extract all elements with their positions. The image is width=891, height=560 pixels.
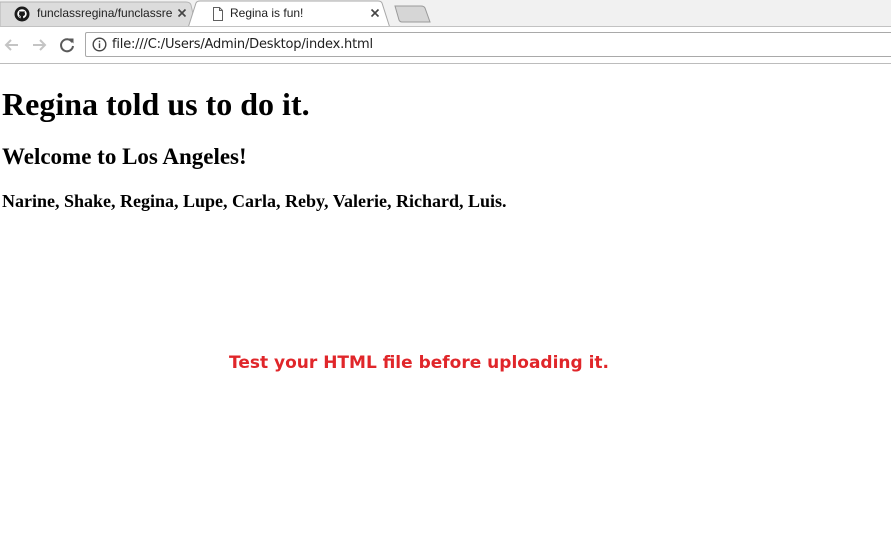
tab-strip: funclassregina/funclassre Regina is fun! — [0, 0, 891, 27]
tab-regina[interactable]: Regina is fun! — [188, 0, 390, 27]
close-tab-icon[interactable] — [369, 7, 381, 19]
page-heading-3: Narine, Shake, Regina, Lupe, Carla, Reby… — [2, 191, 507, 211]
tab-github[interactable]: funclassregina/funclassre — [0, 0, 196, 27]
new-tab-button[interactable] — [394, 5, 432, 23]
info-icon[interactable] — [92, 37, 107, 52]
test-notice: Test your HTML file before uploading it. — [229, 353, 610, 373]
browser-toolbar: file:///C:/Users/Admin/Desktop/index.htm… — [0, 27, 891, 63]
close-tab-icon[interactable] — [176, 7, 188, 19]
back-arrow-icon[interactable] — [2, 35, 22, 55]
address-bar[interactable]: file:///C:/Users/Admin/Desktop/index.htm… — [85, 32, 891, 57]
reload-icon[interactable] — [57, 35, 77, 55]
page-icon — [213, 7, 223, 21]
tab-github-title: funclassregina/funclassre — [37, 6, 173, 20]
page-heading-2: Welcome to Los Angeles! — [2, 144, 247, 169]
forward-arrow-icon[interactable] — [29, 35, 49, 55]
url-text[interactable]: file:///C:/Users/Admin/Desktop/index.htm… — [112, 33, 373, 56]
github-icon — [14, 6, 30, 22]
page-heading-1: Regina told us to do it. — [2, 86, 310, 122]
page-content: Regina told us to do it. Welcome to Los … — [0, 64, 891, 560]
tab-regina-title: Regina is fun! — [230, 6, 304, 20]
